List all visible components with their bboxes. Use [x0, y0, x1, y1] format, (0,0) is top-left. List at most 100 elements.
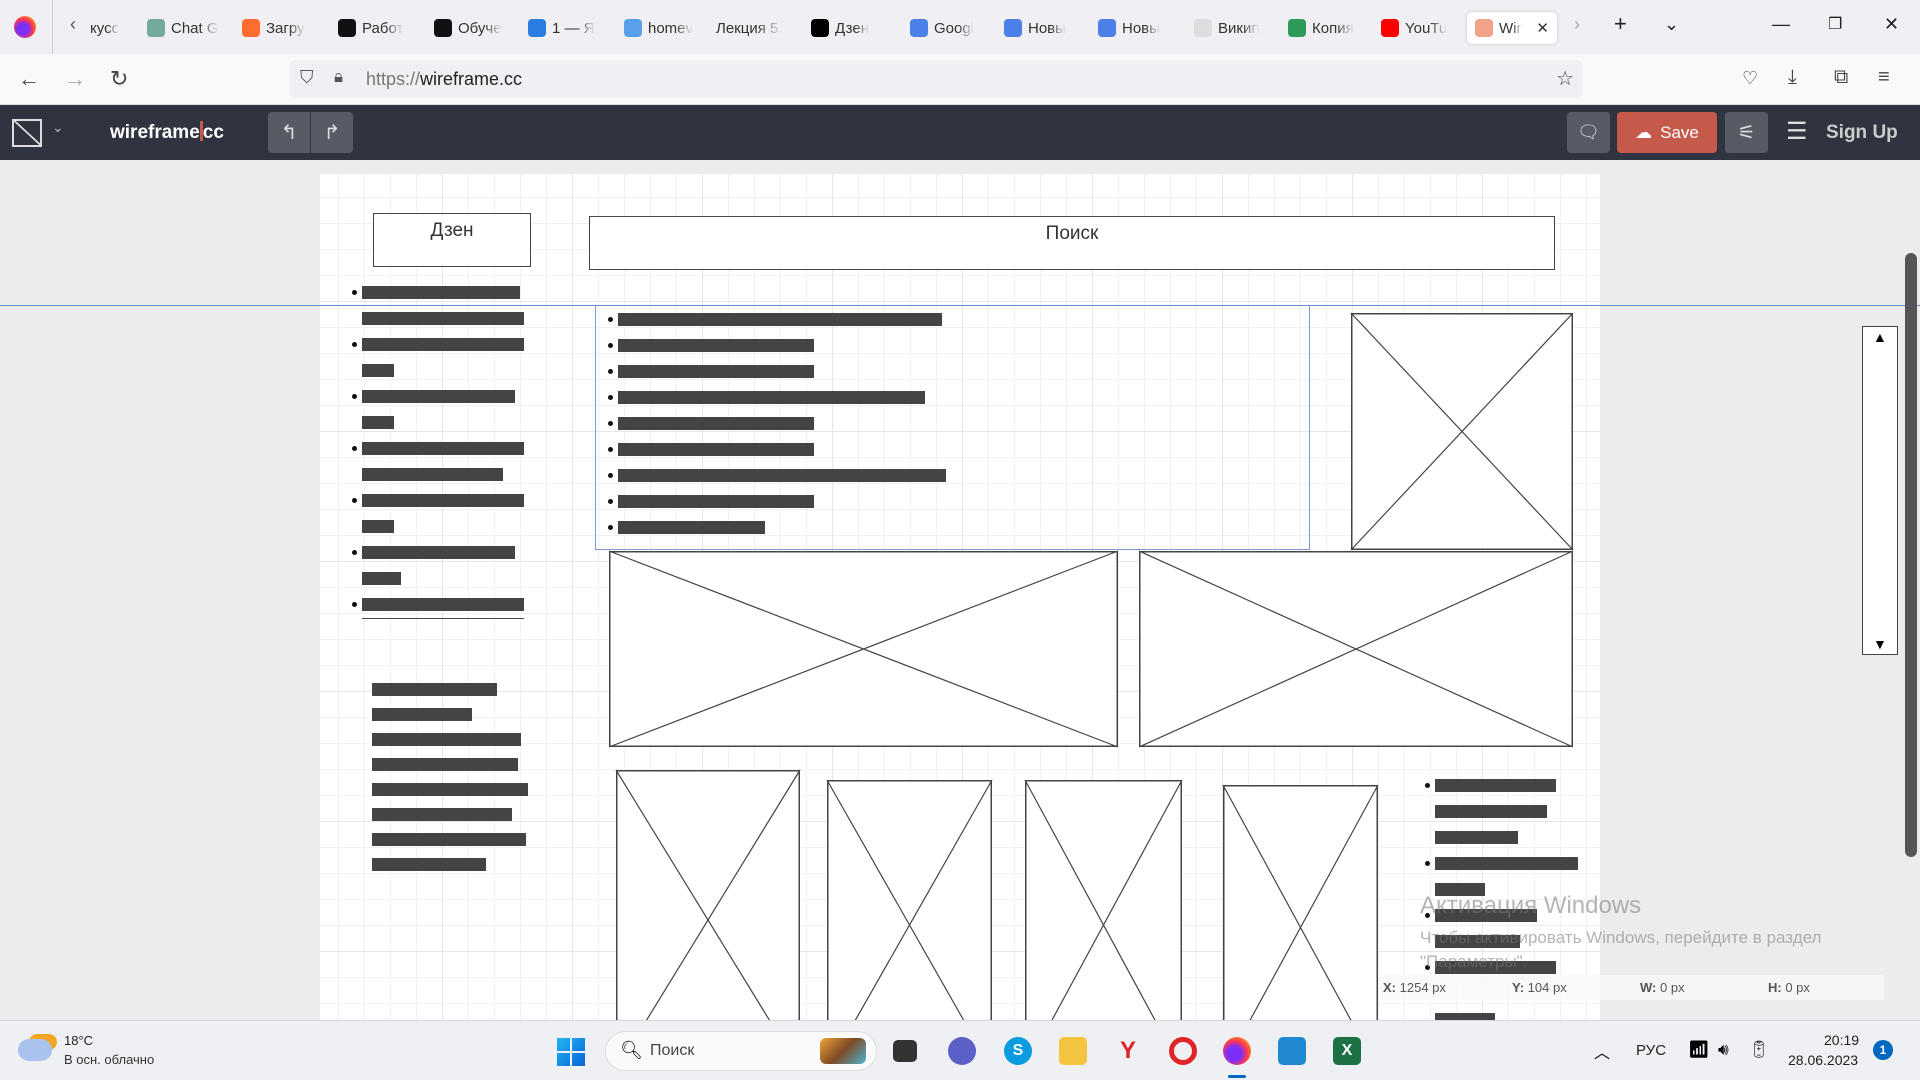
browser-tab[interactable]: Лекция 5.	[716, 12, 800, 44]
volume-icon[interactable]: 🔊︎	[1718, 1040, 1729, 1060]
wireframe-scrollbar-element[interactable]: ▲ ▼	[1862, 326, 1898, 655]
hamburger-menu-icon[interactable]: ☰	[1786, 117, 1808, 146]
left-nav-list-text-line[interactable]	[362, 416, 394, 429]
wireframe-canvas[interactable]: Дзен Поиск	[320, 174, 1600, 1020]
right-list-text-line[interactable]	[1435, 883, 1485, 896]
image-placeholder[interactable]	[1222, 784, 1379, 1020]
skype-icon[interactable]: S	[1004, 1037, 1032, 1065]
close-tab-icon[interactable]: ✕	[1536, 19, 1549, 37]
left-text-block-text-line[interactable]	[372, 733, 521, 746]
redo-button[interactable]: ↱	[311, 112, 353, 153]
notification-badge[interactable]: 1	[1873, 1040, 1893, 1060]
file-explorer-icon[interactable]	[1059, 1037, 1087, 1065]
image-placeholder[interactable]	[615, 769, 801, 1020]
shape-tool-icon[interactable]	[12, 119, 42, 147]
main-list-text-line[interactable]	[618, 365, 814, 378]
main-list-text-line[interactable]	[618, 339, 814, 352]
main-list-text-line[interactable]	[618, 443, 814, 456]
task-view-icon[interactable]	[893, 1040, 917, 1062]
url-bar[interactable]: ⛉ 🔒︎ https://wireframe.cc ☆	[290, 60, 1582, 98]
browser-tab[interactable]: Загру	[242, 12, 326, 44]
main-list-text-line[interactable]	[618, 495, 814, 508]
browser-tab[interactable]: Копия	[1288, 12, 1372, 44]
left-nav-list-text-line[interactable]	[362, 286, 520, 299]
browser-tab[interactable]: Викип	[1194, 12, 1278, 44]
left-text-block-text-line[interactable]	[372, 858, 486, 871]
save-button[interactable]: ☁ Save	[1617, 112, 1717, 153]
browser-tab[interactable]: Googl	[910, 12, 994, 44]
scroll-up-arrow[interactable]: ▲	[1873, 329, 1887, 345]
image-placeholder[interactable]	[1138, 550, 1574, 748]
left-nav-list-text-line[interactable]	[362, 494, 524, 507]
left-text-block-text-line[interactable]	[372, 683, 497, 696]
main-list-text-line[interactable]	[618, 391, 925, 404]
main-list-text-line[interactable]	[618, 313, 942, 326]
browser-tab[interactable]: Дзен	[811, 12, 895, 44]
opera-icon[interactable]	[1169, 1037, 1197, 1065]
clock-date[interactable]: 28.06.2023	[1788, 1052, 1858, 1068]
left-nav-list-text-line[interactable]	[362, 598, 524, 611]
weather-desc[interactable]: В осн. облачно	[64, 1052, 154, 1067]
header-dzen-box[interactable]: Дзен	[373, 213, 531, 267]
image-placeholder[interactable]	[608, 550, 1119, 748]
left-nav-list-text-line[interactable]	[362, 312, 524, 325]
right-list-text-line[interactable]	[1435, 779, 1556, 792]
right-list-text-line[interactable]	[1435, 909, 1537, 922]
yandex-browser-icon[interactable]: Y	[1114, 1037, 1142, 1065]
right-list-text-line[interactable]	[1435, 857, 1578, 870]
start-windows-icon[interactable]	[557, 1038, 585, 1066]
browser-tab[interactable]: Wir ✕	[1467, 12, 1557, 44]
tabs-scroll-right-icon[interactable]: ›	[1574, 14, 1580, 35]
right-list-text-line[interactable]	[1435, 1013, 1495, 1020]
shield-icon[interactable]: ⛉	[300, 67, 314, 88]
left-text-block-text-line[interactable]	[372, 808, 512, 821]
wifi-icon[interactable]: 📶︎	[1688, 1040, 1710, 1060]
left-nav-list-text-line[interactable]	[362, 338, 524, 351]
browser-tab[interactable]: Chat G	[147, 12, 231, 44]
tabs-scroll-left-icon[interactable]: ‹	[70, 14, 76, 35]
left-nav-list-text-line[interactable]	[362, 468, 503, 481]
close-window-icon[interactable]: ✕	[1884, 14, 1899, 35]
maximize-icon[interactable]: ❐	[1828, 14, 1842, 34]
right-list-text-line[interactable]	[1435, 805, 1547, 818]
browser-tab[interactable]: 1 — Я	[528, 12, 612, 44]
right-list-text-line[interactable]	[1435, 961, 1556, 974]
browser-tab[interactable]: Работ	[338, 12, 422, 44]
scroll-down-arrow[interactable]: ▼	[1873, 636, 1887, 652]
left-text-block-text-line[interactable]	[372, 833, 526, 846]
bookmark-star-icon[interactable]: ☆	[1556, 66, 1574, 91]
weather-cloud-icon[interactable]	[18, 1039, 52, 1061]
left-text-block-text-line[interactable]	[372, 708, 472, 721]
language-indicator[interactable]: РУС	[1636, 1042, 1666, 1059]
page-scrollbar-thumb[interactable]	[1905, 253, 1917, 857]
left-nav-list-text-line[interactable]	[362, 520, 394, 533]
app-logo[interactable]: wireframe cc	[110, 121, 224, 144]
settings-sliders-button[interactable]: ⚟	[1725, 112, 1768, 153]
left-nav-list-text-line[interactable]	[362, 390, 515, 403]
vscode-icon[interactable]	[1278, 1037, 1306, 1065]
browser-tab[interactable]: Новы	[1004, 12, 1088, 44]
browser-tab[interactable]: homev	[624, 12, 708, 44]
browser-tab[interactable]: Обуче	[434, 12, 518, 44]
search-box[interactable]: Поиск	[589, 216, 1555, 270]
reload-icon[interactable]: ↻	[110, 66, 128, 92]
download-icon[interactable]: ⤓	[1788, 66, 1797, 89]
url-text[interactable]: https://wireframe.cc	[366, 69, 522, 90]
browser-tab[interactable]: Новы	[1098, 12, 1182, 44]
left-nav-list-text-line[interactable]	[362, 572, 401, 585]
tray-chevron-up-icon[interactable]: ︿	[1594, 1039, 1610, 1063]
left-nav-list-text-line[interactable]	[362, 442, 524, 455]
left-text-block-text-line[interactable]	[372, 783, 528, 796]
firefox-icon[interactable]	[14, 16, 36, 38]
undo-button[interactable]: ↰	[268, 112, 310, 153]
list-tabs-chevron-down-icon[interactable]: ⌄	[1664, 14, 1679, 35]
main-list-text-line[interactable]	[618, 469, 946, 482]
right-list-text-line[interactable]	[1435, 935, 1520, 948]
left-text-block-text-line[interactable]	[372, 758, 518, 771]
main-list-text-line[interactable]	[618, 521, 765, 534]
forward-icon[interactable]: →	[64, 66, 86, 92]
left-nav-list-text-line[interactable]	[362, 546, 515, 559]
minimize-icon[interactable]: —	[1772, 14, 1790, 35]
teams-icon[interactable]	[948, 1037, 976, 1065]
browser-tab[interactable]: YouTu	[1381, 12, 1465, 44]
